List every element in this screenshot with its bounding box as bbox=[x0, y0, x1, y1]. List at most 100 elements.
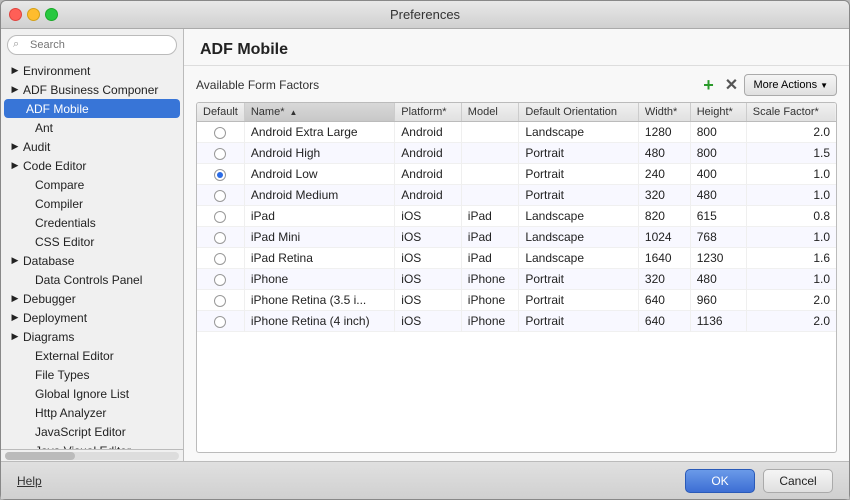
platform-cell: iOS bbox=[395, 290, 462, 311]
default-radio-cell[interactable] bbox=[197, 206, 244, 227]
help-button[interactable]: Help bbox=[17, 474, 42, 488]
maximize-button[interactable] bbox=[45, 8, 58, 21]
orientation-cell: Portrait bbox=[519, 269, 639, 290]
sidebar-item-audit[interactable]: ▶ Audit bbox=[1, 137, 183, 156]
radio-button[interactable] bbox=[214, 169, 226, 181]
more-actions-button[interactable]: More Actions ▼ bbox=[744, 74, 837, 96]
table-header: Default Name* ▲ Platform* Model Default … bbox=[197, 103, 836, 122]
table-row[interactable]: iPhone iOS iPhone Portrait 320 480 1.0 bbox=[197, 269, 836, 290]
table-row[interactable]: Android Extra Large Android Landscape 12… bbox=[197, 122, 836, 143]
expand-icon bbox=[21, 426, 33, 438]
table-row[interactable]: iPhone Retina (3.5 i... iOS iPhone Portr… bbox=[197, 290, 836, 311]
expand-icon bbox=[21, 122, 33, 134]
sidebar-item-data-controls[interactable]: Data Controls Panel bbox=[1, 270, 183, 289]
default-radio-cell[interactable] bbox=[197, 122, 244, 143]
section-title: Available Form Factors bbox=[196, 78, 319, 92]
form-factors-table-container[interactable]: Default Name* ▲ Platform* Model Default … bbox=[196, 102, 837, 453]
radio-button[interactable] bbox=[214, 253, 226, 265]
sidebar-item-external-editor[interactable]: External Editor bbox=[1, 346, 183, 365]
scroll-thumb[interactable] bbox=[5, 452, 75, 460]
sidebar-item-javascript-editor[interactable]: JavaScript Editor bbox=[1, 422, 183, 441]
table-row[interactable]: iPad iOS iPad Landscape 820 615 0.8 bbox=[197, 206, 836, 227]
table-row[interactable]: Android Medium Android Portrait 320 480 … bbox=[197, 185, 836, 206]
col-model[interactable]: Model bbox=[461, 103, 519, 122]
sidebar-item-css-editor[interactable]: CSS Editor bbox=[1, 232, 183, 251]
height-cell: 768 bbox=[690, 227, 746, 248]
sidebar-horizontal-scrollbar[interactable] bbox=[1, 449, 183, 461]
radio-button[interactable] bbox=[214, 211, 226, 223]
col-scale[interactable]: Scale Factor* bbox=[746, 103, 836, 122]
default-radio-cell[interactable] bbox=[197, 290, 244, 311]
sidebar-item-label: Compiler bbox=[35, 197, 83, 211]
model-cell: iPad bbox=[461, 248, 519, 269]
table-row[interactable]: Android Low Android Portrait 240 400 1.0 bbox=[197, 164, 836, 185]
sidebar-item-code-editor[interactable]: ▶ Code Editor bbox=[1, 156, 183, 175]
col-orientation[interactable]: Default Orientation bbox=[519, 103, 639, 122]
col-height[interactable]: Height* bbox=[690, 103, 746, 122]
default-radio-cell[interactable] bbox=[197, 248, 244, 269]
name-cell: iPad Mini bbox=[244, 227, 394, 248]
sidebar-item-compiler[interactable]: Compiler bbox=[1, 194, 183, 213]
sidebar-item-ant[interactable]: Ant bbox=[1, 118, 183, 137]
sidebar-item-credentials[interactable]: Credentials bbox=[1, 213, 183, 232]
table-row[interactable]: iPad Mini iOS iPad Landscape 1024 768 1.… bbox=[197, 227, 836, 248]
sidebar-item-environment[interactable]: ▶ Environment bbox=[1, 61, 183, 80]
sidebar-item-adf-business[interactable]: ▶ ADF Business Componer bbox=[1, 80, 183, 99]
radio-button[interactable] bbox=[214, 316, 226, 328]
sidebar-item-compare[interactable]: Compare bbox=[1, 175, 183, 194]
radio-button[interactable] bbox=[214, 127, 226, 139]
remove-button[interactable]: ✕ bbox=[721, 75, 741, 95]
radio-button[interactable] bbox=[214, 295, 226, 307]
width-cell: 1280 bbox=[638, 122, 690, 143]
sidebar-item-http-analyzer[interactable]: Http Analyzer bbox=[1, 403, 183, 422]
sidebar-item-adf-mobile[interactable]: ADF Mobile bbox=[4, 99, 180, 118]
sidebar-item-file-types[interactable]: File Types bbox=[1, 365, 183, 384]
scale-cell: 2.0 bbox=[746, 122, 836, 143]
default-radio-cell[interactable] bbox=[197, 143, 244, 164]
cancel-button[interactable]: Cancel bbox=[763, 469, 833, 493]
col-name[interactable]: Name* ▲ bbox=[244, 103, 394, 122]
minimize-button[interactable] bbox=[27, 8, 40, 21]
sidebar-item-label: Environment bbox=[23, 64, 90, 78]
default-radio-cell[interactable] bbox=[197, 269, 244, 290]
sidebar-item-deployment[interactable]: ▶ Deployment bbox=[1, 308, 183, 327]
table-row[interactable]: iPhone Retina (4 inch) iOS iPhone Portra… bbox=[197, 311, 836, 332]
sidebar-item-database[interactable]: ▶ Database bbox=[1, 251, 183, 270]
scale-cell: 2.0 bbox=[746, 311, 836, 332]
col-platform[interactable]: Platform* bbox=[395, 103, 462, 122]
orientation-cell: Landscape bbox=[519, 248, 639, 269]
default-radio-cell[interactable] bbox=[197, 311, 244, 332]
radio-button[interactable] bbox=[214, 148, 226, 160]
orientation-cell: Portrait bbox=[519, 311, 639, 332]
col-default[interactable]: Default bbox=[197, 103, 244, 122]
radio-button[interactable] bbox=[214, 274, 226, 286]
col-width[interactable]: Width* bbox=[638, 103, 690, 122]
search-icon: ⌕ bbox=[13, 38, 19, 51]
close-button[interactable] bbox=[9, 8, 22, 21]
sidebar-item-debugger[interactable]: ▶ Debugger bbox=[1, 289, 183, 308]
radio-button[interactable] bbox=[214, 232, 226, 244]
default-radio-cell[interactable] bbox=[197, 185, 244, 206]
platform-cell: Android bbox=[395, 185, 462, 206]
height-cell: 1230 bbox=[690, 248, 746, 269]
radio-button[interactable] bbox=[214, 190, 226, 202]
model-cell: iPhone bbox=[461, 290, 519, 311]
default-radio-cell[interactable] bbox=[197, 227, 244, 248]
expand-icon bbox=[21, 388, 33, 400]
search-box: ⌕ bbox=[7, 35, 177, 55]
form-factors-section: Available Form Factors + ✕ More Actions … bbox=[184, 66, 849, 461]
sidebar-item-java-visual[interactable]: Java Visual Editor bbox=[1, 441, 183, 449]
width-cell: 1640 bbox=[638, 248, 690, 269]
add-button[interactable]: + bbox=[698, 75, 718, 95]
sidebar-item-global-ignore[interactable]: Global Ignore List bbox=[1, 384, 183, 403]
sidebar-item-diagrams[interactable]: ▶ Diagrams bbox=[1, 327, 183, 346]
expand-icon: ▶ bbox=[9, 331, 21, 343]
orientation-cell: Portrait bbox=[519, 185, 639, 206]
width-cell: 640 bbox=[638, 290, 690, 311]
table-row[interactable]: iPad Retina iOS iPad Landscape 1640 1230… bbox=[197, 248, 836, 269]
table-row[interactable]: Android High Android Portrait 480 800 1.… bbox=[197, 143, 836, 164]
default-radio-cell[interactable] bbox=[197, 164, 244, 185]
ok-button[interactable]: OK bbox=[685, 469, 755, 493]
model-cell bbox=[461, 143, 519, 164]
search-input[interactable] bbox=[7, 35, 177, 55]
